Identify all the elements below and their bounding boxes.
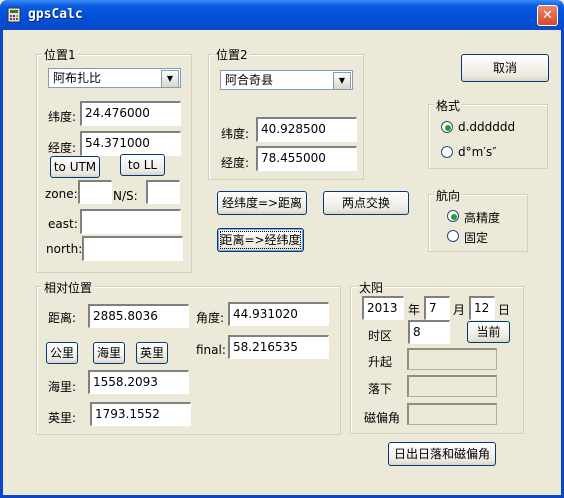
position2-lon-input[interactable]: 78.455000 [256, 146, 357, 171]
position2-place-value: 阿合奇县 [225, 73, 274, 87]
close-icon: ✕ [542, 8, 553, 23]
format-group-label: 格式 [434, 97, 463, 114]
nautical-mile-input[interactable]: 1558.2093 [88, 370, 189, 394]
km-button[interactable]: 公里 [46, 342, 78, 364]
final-label: final: [196, 343, 226, 357]
heading-group-label: 航向 [434, 187, 463, 204]
heading-radio-fixed[interactable] [447, 230, 459, 242]
title-bar[interactable] [0, 0, 564, 30]
year-input[interactable]: 2013 [362, 296, 404, 320]
sunrise-output [407, 348, 497, 370]
ns-input[interactable] [146, 180, 180, 204]
close-button[interactable]: ✕ [537, 5, 558, 26]
position1-lon-input[interactable]: 54.371000 [80, 131, 181, 156]
format-dms-label[interactable]: d°m′s″ [458, 145, 497, 159]
month-label: 月 [453, 303, 466, 317]
month-input[interactable]: 7 [424, 296, 450, 320]
zone-input[interactable] [78, 180, 112, 204]
mile-input[interactable]: 1793.1552 [90, 402, 191, 426]
app-icon [7, 7, 21, 23]
sun-group-label: 太阳 [357, 279, 386, 296]
to-ll-button[interactable]: to LL [120, 154, 165, 176]
format-radio-dms[interactable] [441, 146, 453, 158]
timezone-label: 时区 [368, 329, 393, 343]
position1-group-label: 位置1 [42, 46, 78, 63]
position2-lon-label: 经度: [221, 156, 250, 170]
current-button[interactable]: 当前 [467, 321, 510, 343]
angle-label: 角度: [196, 311, 225, 325]
sun-calc-button[interactable]: 日出日落和磁偏角 [388, 442, 496, 466]
sunrise-label: 升起 [368, 355, 393, 369]
declination-output [407, 403, 497, 425]
timezone-input[interactable]: 8 [408, 320, 450, 344]
declination-label: 磁偏角 [364, 411, 401, 425]
position1-lat-label: 纬度: [48, 110, 77, 124]
heading-precise-label[interactable]: 高精度 [464, 209, 500, 226]
window-frame-left [0, 30, 3, 498]
window-title: gpsCalc [28, 7, 83, 22]
sunset-output [407, 375, 497, 397]
position2-lat-label: 纬度: [221, 127, 250, 141]
latlon-to-distance-button[interactable]: 经纬度=>距离 [217, 191, 307, 215]
relative-position-group-label: 相对位置 [42, 279, 95, 296]
zone-label: zone: [45, 187, 78, 201]
position1-place-value: 阿布扎比 [53, 71, 102, 85]
distance-to-latlon-button[interactable]: 距离=>经纬度 [217, 228, 304, 252]
year-label: 年 [408, 303, 421, 317]
position1-lon-label: 经度: [48, 141, 77, 155]
position2-group-label: 位置2 [214, 46, 250, 63]
mile-button[interactable]: 英里 [136, 342, 168, 364]
chevron-down-icon[interactable]: ▼ [161, 70, 179, 88]
chevron-down-icon[interactable]: ▼ [333, 72, 351, 90]
heading-radio-precise[interactable] [447, 210, 459, 222]
position1-lat-input[interactable]: 24.476000 [80, 101, 181, 126]
format-radio-decimal[interactable] [441, 121, 453, 133]
distance-label: 距离: [48, 311, 77, 325]
position1-place-select[interactable]: 阿布扎比 ▼ [48, 68, 181, 88]
mile-label: 英里: [48, 411, 77, 425]
ns-label: N/S: [113, 189, 138, 203]
sunset-label: 落下 [368, 382, 393, 396]
position2-place-select[interactable]: 阿合奇县 ▼ [220, 70, 353, 90]
north-label: north: [46, 242, 83, 256]
swap-points-button[interactable]: 两点交换 [323, 191, 409, 215]
north-input[interactable] [82, 236, 183, 261]
east-input[interactable] [80, 209, 181, 234]
day-label: 日 [498, 303, 511, 317]
east-label: east: [48, 217, 78, 231]
angle-input[interactable]: 44.931020 [228, 302, 329, 326]
nautical-mile-label: 海里: [48, 380, 77, 394]
day-input[interactable]: 12 [469, 296, 495, 320]
to-utm-button[interactable]: to UTM [50, 156, 100, 178]
cancel-button[interactable]: 取消 [461, 54, 549, 82]
format-decimal-label[interactable]: d.dddddd [458, 120, 515, 134]
position2-lat-input[interactable]: 40.928500 [256, 117, 357, 142]
final-input[interactable]: 58.216535 [228, 335, 329, 359]
distance-input[interactable]: 2885.8036 [88, 304, 189, 328]
heading-fixed-label[interactable]: 固定 [464, 229, 488, 246]
nautical-mile-button[interactable]: 海里 [93, 342, 125, 364]
